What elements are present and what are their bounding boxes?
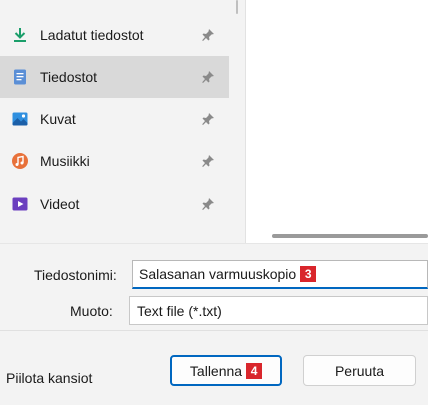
splitter-grip <box>236 0 238 14</box>
sidebar-item-label: Videot <box>40 196 80 212</box>
filename-field[interactable]: Salasanan varmuuskopio 3 <box>132 260 428 289</box>
pin-icon <box>201 28 215 42</box>
cancel-button-label: Peruuta <box>334 362 385 379</box>
pin-icon <box>201 197 215 211</box>
step-badge-3: 3 <box>300 266 317 282</box>
filename-label: Tiedostonimi: <box>34 267 117 283</box>
save-button[interactable]: Tallenna 4 <box>170 355 282 386</box>
sidebar-item-documents[interactable]: Tiedostot <box>0 56 229 98</box>
file-list-pane[interactable] <box>245 0 428 243</box>
cancel-button[interactable]: Peruuta <box>303 355 416 386</box>
documents-icon <box>11 68 29 86</box>
save-button-label: Tallenna <box>189 362 243 379</box>
navigation-pane: Ladatut tiedostot Tiedostot Kuvat Musiik… <box>0 0 229 243</box>
filetype-value: Text file (*.txt) <box>137 302 222 319</box>
filetype-label: Muoto: <box>70 303 113 319</box>
pictures-icon <box>11 110 29 128</box>
download-icon <box>11 26 29 44</box>
sidebar-item-music[interactable]: Musiikki <box>0 140 229 182</box>
sidebar-item-pictures[interactable]: Kuvat <box>0 98 229 140</box>
pin-icon <box>201 154 215 168</box>
sidebar-item-videos[interactable]: Videot <box>0 183 229 225</box>
videos-icon <box>11 195 29 213</box>
sidebar-item-label: Ladatut tiedostot <box>40 27 144 43</box>
sidebar-item-downloads[interactable]: Ladatut tiedostot <box>0 14 229 56</box>
sidebar-item-label: Musiikki <box>40 153 90 169</box>
music-icon <box>11 152 29 170</box>
pane-splitter[interactable] <box>229 0 245 243</box>
sidebar-item-label: Tiedostot <box>40 69 98 85</box>
step-badge-4: 4 <box>246 362 263 379</box>
hide-folders-toggle[interactable]: Piilota kansiot <box>6 370 92 386</box>
horizontal-scrollbar[interactable] <box>272 234 428 238</box>
sidebar-item-label: Kuvat <box>40 111 76 127</box>
pin-icon <box>201 70 215 84</box>
filename-value: Salasanan varmuuskopio <box>139 266 297 282</box>
filetype-select[interactable]: Text file (*.txt) <box>129 296 428 325</box>
pin-icon <box>201 112 215 126</box>
